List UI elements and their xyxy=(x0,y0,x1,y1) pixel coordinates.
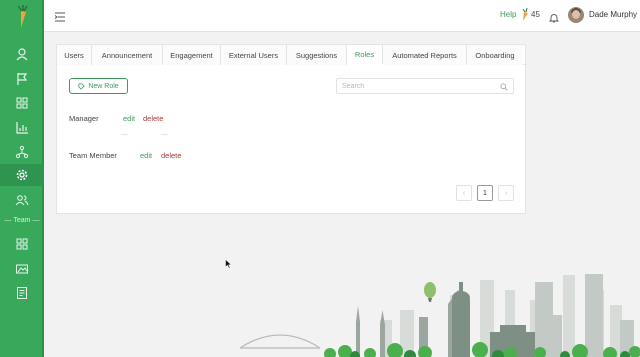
delete-role-link[interactable]: delete xyxy=(143,114,163,123)
pagination-next-button[interactable]: › xyxy=(498,185,514,201)
user-icon[interactable] xyxy=(13,45,31,63)
gear-icon[interactable] xyxy=(13,166,31,184)
roles-card: Users Announcement Engagement External U… xyxy=(56,44,527,214)
report-icon[interactable] xyxy=(13,284,31,302)
tab-announcement[interactable]: Announcement xyxy=(92,45,163,65)
role-name: Manager xyxy=(69,114,99,123)
help-link[interactable]: Help xyxy=(500,10,516,19)
team-section-label: — Team — xyxy=(4,217,40,224)
tab-users[interactable]: Users xyxy=(57,45,92,65)
settings-tabs: Users Announcement Engagement External U… xyxy=(57,45,527,65)
search-input[interactable] xyxy=(342,81,492,92)
mouse-cursor-icon xyxy=(225,259,232,269)
edit-role-link[interactable]: edit xyxy=(140,151,152,160)
network-icon[interactable] xyxy=(13,143,31,161)
edit-role-link[interactable]: edit xyxy=(123,114,135,123)
search-icon[interactable] xyxy=(500,83,508,91)
users-icon[interactable] xyxy=(13,191,31,209)
chart-icon[interactable] xyxy=(13,119,31,137)
points-count: 45 xyxy=(531,10,540,19)
carrot-points-icon xyxy=(520,7,530,22)
tab-onboarding[interactable]: Onboarding xyxy=(467,45,523,65)
tab-automated-reports[interactable]: Automated Reports xyxy=(383,45,467,65)
team-grid-icon[interactable] xyxy=(13,235,31,253)
divider xyxy=(121,134,128,135)
new-role-label: New Role xyxy=(88,82,119,90)
user-name[interactable]: Dade Murphy xyxy=(589,10,637,19)
tab-external-users[interactable]: External Users xyxy=(221,45,287,65)
tab-roles[interactable]: Roles xyxy=(347,45,383,65)
divider xyxy=(161,134,168,135)
menu-collapse-icon[interactable] xyxy=(54,10,66,22)
top-header: Help 45 Dade Murphy xyxy=(44,0,640,32)
user-avatar[interactable] xyxy=(568,7,584,23)
grid-icon[interactable] xyxy=(13,94,31,112)
carrot-logo[interactable] xyxy=(12,5,32,29)
search-box xyxy=(336,78,514,94)
tab-engagement[interactable]: Engagement xyxy=(163,45,221,65)
delete-role-link[interactable]: delete xyxy=(161,151,181,160)
flag-icon[interactable] xyxy=(13,70,31,88)
pagination-page-1[interactable]: 1 xyxy=(477,185,493,201)
new-role-button[interactable]: New Role xyxy=(69,78,128,94)
city-skyline-illustration xyxy=(239,274,640,357)
role-name: Team Member xyxy=(69,151,117,160)
pagination-prev-button[interactable]: ‹ xyxy=(456,185,472,201)
tag-icon xyxy=(78,82,85,90)
bell-icon[interactable] xyxy=(548,10,560,23)
tab-suggestions[interactable]: Suggestions xyxy=(287,45,347,65)
sidebar: — Team — xyxy=(0,0,44,357)
image-icon[interactable] xyxy=(13,260,31,278)
